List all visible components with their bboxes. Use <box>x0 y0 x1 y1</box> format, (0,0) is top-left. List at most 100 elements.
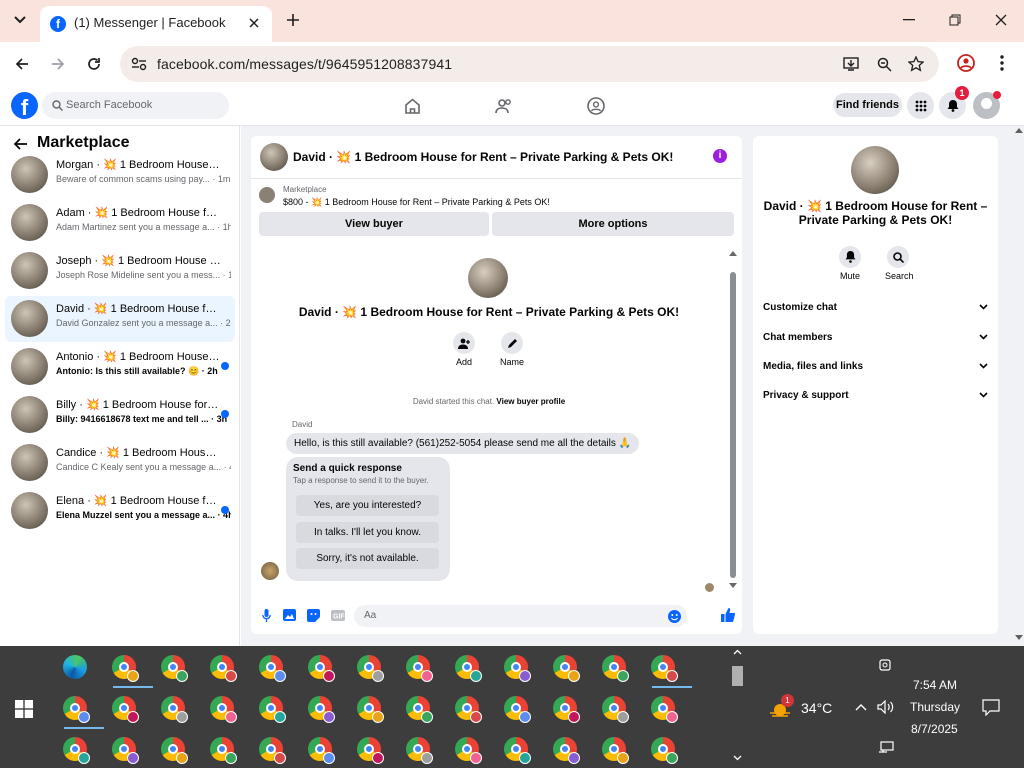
back-arrow-icon[interactable] <box>10 52 34 76</box>
chrome-browser-icon[interactable] <box>356 654 384 682</box>
chat-members-row[interactable]: Chat members <box>763 328 988 350</box>
browser-tab[interactable]: f (1) Messenger | Facebook <box>40 6 272 42</box>
close-window-icon[interactable] <box>986 8 1016 32</box>
chrome-browser-icon[interactable] <box>454 654 482 682</box>
chrome-browser-icon[interactable] <box>601 695 629 723</box>
chrome-browser-icon[interactable] <box>111 654 153 688</box>
forward-arrow-icon[interactable] <box>46 52 70 76</box>
address-bar[interactable]: facebook.com/messages/t/9645951208837941 <box>120 46 939 82</box>
listing-detail[interactable]: $800 - 💥 1 Bedroom House for Rent – Priv… <box>283 197 550 208</box>
chrome-browser-icon[interactable] <box>160 695 188 723</box>
add-person-icon[interactable] <box>453 332 475 354</box>
conversation-item[interactable]: Billy · 💥 1 Bedroom House for R... Billy:… <box>5 392 235 438</box>
conversation-item[interactable]: Morgan · 💥 1 Bedroom House for... Beware … <box>5 152 235 198</box>
quick-response-yes[interactable]: Yes, are you interested? <box>296 495 439 516</box>
scroll-down-arrow-icon[interactable] <box>733 754 742 762</box>
network-icon[interactable] <box>877 739 895 755</box>
listing-thumbnail[interactable] <box>259 187 275 203</box>
view-buyer-profile-link[interactable]: View buyer profile <box>496 397 565 406</box>
customize-chat-row[interactable]: Customize chat <box>763 298 988 320</box>
chrome-browser-icon[interactable] <box>62 736 90 764</box>
tab-search-chevron-icon[interactable] <box>8 8 32 32</box>
chrome-browser-icon[interactable] <box>258 654 286 682</box>
chrome-browser-icon[interactable] <box>405 654 433 682</box>
chrome-browser-icon[interactable] <box>552 736 580 764</box>
temperature[interactable]: 34°C <box>801 700 832 716</box>
avatar[interactable] <box>468 258 508 298</box>
chrome-browser-icon[interactable] <box>307 654 335 682</box>
page-scrollbar[interactable] <box>1013 126 1024 646</box>
media-files-links-row[interactable]: Media, files and links <box>763 357 988 379</box>
quick-response-sorry[interactable]: Sorry, it's not available. <box>296 548 439 569</box>
chrome-browser-icon[interactable] <box>454 736 482 764</box>
chrome-browser-icon[interactable] <box>503 695 531 723</box>
conversation-item[interactable]: Adam · 💥 1 Bedroom House for R... Adam Ma… <box>5 200 235 246</box>
facebook-logo[interactable]: f <box>11 92 38 119</box>
groups-icon[interactable] <box>584 94 608 118</box>
chrome-browser-icon[interactable] <box>454 695 482 723</box>
notifications-bell-icon[interactable]: 1 <box>939 86 969 119</box>
scroll-down-arrow-icon[interactable] <box>1014 633 1023 641</box>
chrome-browser-icon[interactable] <box>650 654 692 688</box>
thumbs-up-icon[interactable] <box>720 607 736 623</box>
chrome-browser-icon[interactable] <box>209 654 237 682</box>
chevron-up-icon[interactable] <box>852 698 870 716</box>
chrome-browser-icon[interactable] <box>405 736 433 764</box>
chat-scrollbar-thumb[interactable] <box>730 272 736 578</box>
taskbar-scrollbar[interactable] <box>729 646 745 768</box>
quick-response-in-talks[interactable]: In talks. I'll let you know. <box>296 522 439 543</box>
clock-time[interactable]: 7:54 AM <box>913 678 957 692</box>
windows-start-icon[interactable] <box>12 697 36 721</box>
volume-icon[interactable] <box>876 698 896 716</box>
chrome-browser-icon[interactable] <box>209 695 237 723</box>
chat-title[interactable]: David · 💥 1 Bedroom House for Rent – Pri… <box>293 150 673 164</box>
site-settings-icon[interactable] <box>130 55 148 73</box>
chrome-browser-icon[interactable] <box>650 736 678 764</box>
conversation-item[interactable]: Elena · 💥 1 Bedroom House for ... Elena M… <box>5 488 235 534</box>
home-icon[interactable] <box>400 94 424 118</box>
scroll-up-arrow-icon[interactable] <box>733 648 742 656</box>
chrome-browser-icon[interactable] <box>160 654 188 682</box>
chrome-browser-icon[interactable] <box>209 736 237 764</box>
chrome-browser-icon[interactable] <box>405 695 433 723</box>
find-friends-button[interactable]: Find friends <box>833 93 902 117</box>
sticker-icon[interactable] <box>306 608 320 622</box>
chrome-browser-icon[interactable] <box>356 695 384 723</box>
chrome-browser-icon[interactable] <box>650 695 678 723</box>
more-options-button[interactable]: More options <box>492 212 734 236</box>
friends-icon[interactable] <box>492 94 516 118</box>
conversation-item[interactable]: Joseph · 💥 1 Bedroom House for ... Joseph… <box>5 248 235 294</box>
view-buyer-button[interactable]: View buyer <box>259 212 489 236</box>
account-avatar[interactable] <box>973 91 1001 119</box>
chrome-browser-icon[interactable] <box>503 654 531 682</box>
conversation-item[interactable]: Candice · 💥 1 Bedroom House for... Candic… <box>5 440 235 486</box>
taskbar-scroll-thumb[interactable] <box>732 666 743 686</box>
edge-browser-icon[interactable] <box>62 654 88 680</box>
chrome-menu-icon[interactable] <box>991 52 1013 74</box>
chrome-browser-icon[interactable] <box>552 654 580 682</box>
emoji-icon[interactable] <box>668 610 681 623</box>
back-arrow-icon[interactable] <box>12 136 30 152</box>
menu-grid-icon[interactable] <box>907 92 934 119</box>
scroll-up-arrow-icon[interactable] <box>728 249 738 257</box>
chrome-browser-icon[interactable] <box>307 736 335 764</box>
reload-icon[interactable] <box>82 52 106 76</box>
chrome-browser-icon[interactable] <box>258 695 286 723</box>
clock-date[interactable]: 8/7/2025 <box>911 722 958 736</box>
message-bubble[interactable]: Hello, is this still available? (561)252… <box>286 433 640 454</box>
chrome-browser-icon[interactable] <box>356 736 384 764</box>
clock-day[interactable]: Thursday <box>910 700 960 714</box>
gif-icon[interactable]: GIF <box>330 608 346 622</box>
restore-window-icon[interactable] <box>940 8 970 32</box>
avatar[interactable] <box>851 146 899 194</box>
zoom-icon[interactable] <box>875 55 893 73</box>
chrome-browser-icon[interactable] <box>62 695 104 729</box>
scroll-down-arrow-icon[interactable] <box>728 581 738 589</box>
photo-icon[interactable] <box>282 608 296 622</box>
chrome-browser-icon[interactable] <box>601 654 629 682</box>
profile-icon[interactable] <box>955 52 977 74</box>
chrome-browser-icon[interactable] <box>111 695 139 723</box>
chrome-browser-icon[interactable] <box>111 736 139 764</box>
minimize-window-icon[interactable] <box>894 8 924 32</box>
mute-bell-icon[interactable] <box>839 246 861 268</box>
